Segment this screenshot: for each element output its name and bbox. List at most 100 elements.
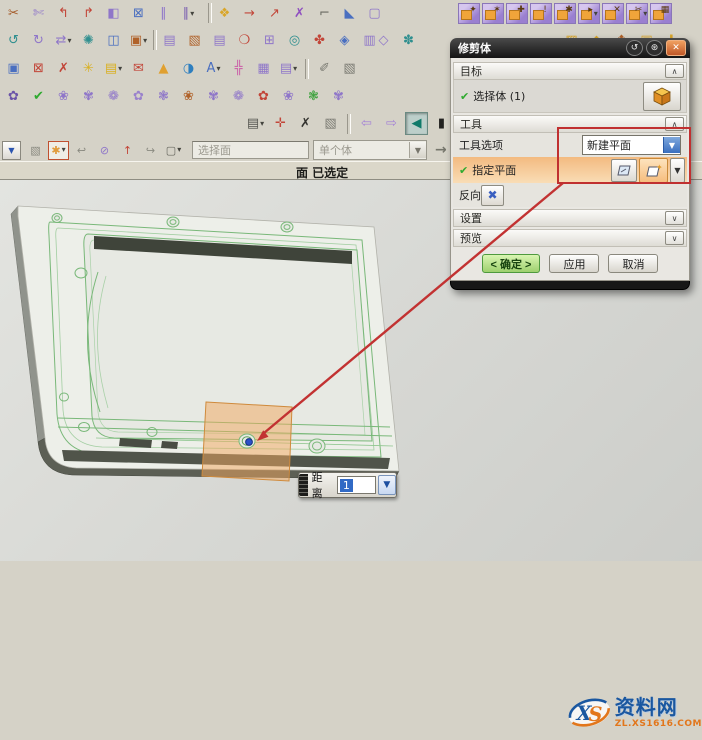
toolbar-icon[interactable]: A▾: [202, 57, 225, 80]
toolbar-icon[interactable]: ↻: [27, 29, 50, 52]
toolbar-icon[interactable]: ↩: [71, 141, 92, 160]
collapse-chevron-icon[interactable]: ∧: [665, 117, 684, 131]
toolbar-icon[interactable]: ❃: [152, 85, 175, 108]
toolbar-icon[interactable]: ✾: [77, 85, 100, 108]
dropdown-arrow-icon[interactable]: ▾: [118, 65, 122, 73]
toolbar-icon[interactable]: ✔: [27, 85, 50, 108]
toolbar-icon[interactable]: ✽: [397, 29, 420, 52]
dropdown-arrow-icon[interactable]: ▾: [594, 10, 598, 18]
toolbar-icon[interactable]: ❍: [233, 29, 256, 52]
toolbar-icon[interactable]: ∥▾: [177, 2, 200, 25]
close-icon[interactable]: ✕: [666, 40, 686, 56]
toolbar-icon[interactable]: ⇦: [355, 112, 378, 135]
toolbar-icon[interactable]: ▣: [2, 57, 25, 80]
reset-icon[interactable]: ↺: [626, 40, 643, 56]
chevron-down-icon[interactable]: ▼: [663, 137, 680, 153]
toolbar-icon[interactable]: ✗: [288, 2, 311, 25]
toolbar-icon[interactable]: ✶: [482, 3, 504, 24]
toolbar-icon[interactable]: ▤▾: [102, 57, 125, 80]
inferred-plane-button[interactable]: ✦: [639, 158, 668, 183]
chevron-down-icon[interactable]: ▼: [409, 142, 426, 158]
toolbar-icon[interactable]: ✿: [2, 85, 25, 108]
toolbar-icon[interactable]: ❃: [302, 85, 325, 108]
expand-chevron-icon[interactable]: ∨: [665, 211, 684, 225]
toolbar-icon[interactable]: ◣: [338, 2, 361, 25]
selection-scope-combo[interactable]: 单个体 ▼: [313, 140, 427, 160]
toolbar-icon[interactable]: ▧: [338, 57, 361, 80]
reverse-direction-button[interactable]: ✖: [481, 185, 504, 206]
distance-input[interactable]: 1: [337, 476, 376, 494]
toolbar-icon[interactable]: ▦: [650, 3, 672, 24]
toolbar-icon[interactable]: ▢: [363, 2, 386, 25]
dropdown-arrow-icon[interactable]: ▾: [143, 37, 147, 45]
toolbar-icon[interactable]: ✉: [127, 57, 150, 80]
toolbar-icon[interactable]: !: [530, 3, 552, 24]
expand-chevron-icon[interactable]: ∨: [665, 231, 684, 245]
toolbar-icon[interactable]: ↗: [263, 2, 286, 25]
toolbar-icon[interactable]: ❁: [227, 85, 250, 108]
section-header-preview[interactable]: 预览 ∨: [453, 229, 687, 247]
toolbar-icon[interactable]: ✺: [77, 29, 100, 52]
toolbar-icon[interactable]: ▦: [252, 57, 275, 80]
select-body-button[interactable]: [643, 82, 681, 111]
plane-dialog-button[interactable]: [611, 159, 637, 182]
toolbar-icon[interactable]: ✤: [308, 29, 331, 52]
toolbar-icon[interactable]: ✿: [127, 85, 150, 108]
toolbar-icon[interactable]: ❀: [52, 85, 75, 108]
dropdown-arrow-icon[interactable]: ▾: [260, 120, 264, 128]
options-gear-icon[interactable]: ⊛: [646, 40, 663, 56]
toolbar-icon[interactable]: ∥: [152, 2, 175, 25]
toolbar-icon[interactable]: ▣▾: [127, 29, 150, 52]
selection-dropdown-button[interactable]: ▼: [2, 141, 21, 160]
section-header-settings[interactable]: 设置 ∨: [453, 209, 687, 227]
toolbar-icon[interactable]: ✱: [554, 3, 576, 24]
toolbar-icon[interactable]: ✂▾: [626, 3, 648, 24]
ok-button[interactable]: < 确定 >: [482, 254, 541, 273]
toolbar-icon[interactable]: ❀: [277, 85, 300, 108]
section-header-tool[interactable]: 工具 ∧: [453, 115, 687, 133]
toolbar-icon[interactable]: ✚: [506, 3, 528, 24]
toolbar-icon[interactable]: ⇄▾: [52, 29, 75, 52]
toolbar-icon[interactable]: ✗: [294, 112, 317, 135]
collapse-chevron-icon[interactable]: ∧: [665, 64, 684, 78]
dropdown-arrow-icon[interactable]: ▾: [190, 10, 194, 18]
dropdown-arrow-icon[interactable]: ▾: [293, 65, 297, 73]
toolbar-icon[interactable]: ▤: [158, 29, 181, 52]
toolbar-icon[interactable]: ✾: [202, 85, 225, 108]
toolbar-icon[interactable]: ▢▾: [163, 141, 184, 160]
toolbar-icon[interactable]: ✱▾: [48, 141, 69, 160]
toolbar-icon[interactable]: ▤▾: [277, 57, 300, 80]
toolbar-icon[interactable]: ⌐: [313, 2, 336, 25]
toolbar-icon[interactable]: ◑: [177, 57, 200, 80]
toolbar-icon[interactable]: ❀: [177, 85, 200, 108]
apply-button[interactable]: 应用: [549, 254, 599, 273]
toolbar-icon[interactable]: ✕: [602, 3, 624, 24]
tool-option-combo[interactable]: 新建平面 ▼: [582, 135, 681, 155]
toolbar-icon[interactable]: ╬: [227, 57, 250, 80]
toolbar-icon[interactable]: ⊠: [127, 2, 150, 25]
toolbar-icon[interactable]: ⊞: [258, 29, 281, 52]
toolbar-icon[interactable]: ↱: [77, 2, 100, 25]
toolbar-icon[interactable]: ▧: [319, 112, 342, 135]
toolbar-icon[interactable]: ◎: [283, 29, 306, 52]
select-body-row[interactable]: ✔ 选择体 (1): [453, 80, 687, 113]
toolbar-icon[interactable]: ⊘: [94, 141, 115, 160]
toolbar-icon[interactable]: ◫: [102, 29, 125, 52]
toolbar-icon[interactable]: ⊠: [27, 57, 50, 80]
toolbar-icon[interactable]: ↑: [117, 141, 138, 160]
toolbar-icon[interactable]: ✂: [2, 2, 25, 25]
chevron-down-icon[interactable]: ▼: [670, 158, 685, 183]
dropdown-arrow-icon[interactable]: ▾: [216, 65, 220, 73]
toolbar-icon[interactable]: ✾: [327, 85, 350, 108]
toolbar-icon[interactable]: ✦: [458, 3, 480, 24]
toolbar-icon[interactable]: ▲: [152, 57, 175, 80]
toolbar-icon[interactable]: ▤: [208, 29, 231, 52]
toolbar-icon[interactable]: ❁: [102, 85, 125, 108]
selection-filter-field[interactable]: 选择面: [192, 141, 309, 159]
toolbar-icon[interactable]: ◀: [405, 112, 428, 135]
toolbar-icon[interactable]: ◧: [102, 2, 125, 25]
drag-grip[interactable]: [299, 474, 308, 496]
specify-plane-row[interactable]: ✔ 指定平面 ✦ ▼: [453, 157, 687, 183]
toolbar-icon[interactable]: ▸▾: [578, 3, 600, 24]
toolbar-icon[interactable]: ▧: [25, 141, 46, 160]
